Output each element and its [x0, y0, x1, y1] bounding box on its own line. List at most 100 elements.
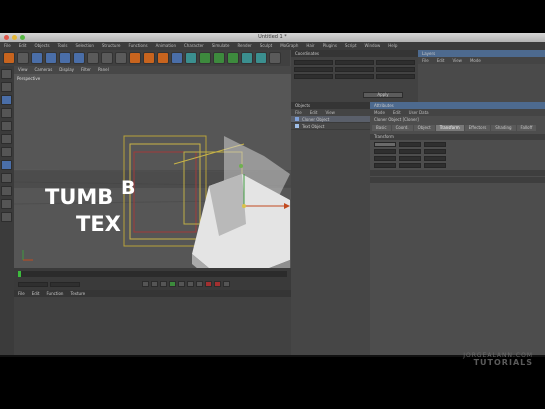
- tab-transform[interactable]: Transform: [435, 125, 464, 131]
- menu-item-structure[interactable]: Structure: [102, 42, 121, 50]
- objects-menu-item-file[interactable]: File: [295, 109, 302, 116]
- axis-y-icon[interactable]: [101, 52, 113, 64]
- tab-coord-[interactable]: Coord.: [391, 125, 413, 131]
- go-to-start-icon[interactable]: [142, 281, 149, 287]
- collapsed-section-header[interactable]: [370, 170, 545, 176]
- next-key-icon[interactable]: [187, 281, 194, 287]
- move-tool-icon[interactable]: [45, 52, 57, 64]
- uniform-scale-field[interactable]: [399, 163, 421, 168]
- size-y-field[interactable]: [335, 67, 374, 72]
- next-frame-icon[interactable]: [178, 281, 185, 287]
- workplane-icon[interactable]: [1, 186, 12, 196]
- texture-mode-icon[interactable]: [1, 160, 12, 170]
- menu-item-tools[interactable]: Tools: [58, 42, 68, 50]
- layers-menu-item-file[interactable]: File: [422, 57, 429, 64]
- deformer-icon[interactable]: [227, 52, 239, 64]
- lock-icon[interactable]: [1, 199, 12, 209]
- spline-pen-icon[interactable]: [185, 52, 197, 64]
- material-menu-item-function[interactable]: Function: [46, 290, 63, 297]
- nurbs-icon[interactable]: [199, 52, 211, 64]
- tab-falloff[interactable]: Falloff: [516, 125, 537, 131]
- menu-item-selection[interactable]: Selection: [75, 42, 93, 50]
- position-field[interactable]: [374, 149, 396, 154]
- points-mode-icon[interactable]: [1, 108, 12, 118]
- redo-icon[interactable]: [17, 52, 29, 64]
- viewport-menu-item-panel[interactable]: Panel: [98, 66, 109, 74]
- viewport-menu-item-view[interactable]: View: [18, 66, 28, 74]
- make-editable-icon[interactable]: [1, 69, 12, 79]
- menu-item-window[interactable]: Window: [365, 42, 381, 50]
- material-menu-item-texture[interactable]: Texture: [70, 290, 85, 297]
- viewport-menu-item-display[interactable]: Display: [59, 66, 74, 74]
- model-mode-icon[interactable]: [1, 82, 12, 92]
- axis-mode-icon[interactable]: [1, 147, 12, 157]
- start-frame-field[interactable]: [18, 281, 48, 287]
- material-menu-item-edit[interactable]: Edit: [32, 290, 40, 297]
- apply-button[interactable]: Apply: [363, 92, 403, 98]
- menu-item-animation[interactable]: Animation: [156, 42, 176, 50]
- tab-effectors[interactable]: Effectors: [464, 125, 491, 131]
- layers-menu-item-view[interactable]: View: [452, 57, 462, 64]
- perspective-viewport[interactable]: TUMB B TEX Perspective: [14, 74, 291, 268]
- tab-object[interactable]: Object: [413, 125, 435, 131]
- position-y-field[interactable]: [294, 67, 333, 72]
- menu-item-edit[interactable]: Edit: [19, 42, 27, 50]
- scale-tool-icon[interactable]: [59, 52, 71, 64]
- render-picture-viewer-icon[interactable]: [143, 52, 155, 64]
- camera-icon[interactable]: [255, 52, 267, 64]
- transform-mode-dropdown[interactable]: [374, 142, 396, 147]
- menu-item-simulate[interactable]: Simulate: [212, 42, 230, 50]
- polygons-mode-icon[interactable]: [1, 134, 12, 144]
- menu-item-script[interactable]: Script: [345, 42, 357, 50]
- previous-frame-icon[interactable]: [160, 281, 167, 287]
- render-view-icon[interactable]: [129, 52, 141, 64]
- position-y-attr-field[interactable]: [374, 156, 396, 161]
- record-icon[interactable]: [205, 281, 212, 287]
- position-z-field[interactable]: [294, 74, 333, 79]
- viewport-menu-item-cameras[interactable]: Cameras: [35, 66, 53, 74]
- transform-space-dropdown[interactable]: [399, 142, 421, 147]
- transform-section-header[interactable]: Transform: [370, 134, 545, 140]
- menu-item-help[interactable]: Help: [388, 42, 397, 50]
- object-mode-icon[interactable]: [1, 95, 12, 105]
- rotation-p-field[interactable]: [376, 67, 415, 72]
- position-z-attr-field[interactable]: [374, 163, 396, 168]
- attributes-menu-item-edit[interactable]: Edit: [393, 109, 401, 116]
- viewport-menu-item-filter[interactable]: Filter: [81, 66, 91, 74]
- autokey-icon[interactable]: [214, 281, 221, 287]
- rotate-tool-icon[interactable]: [73, 52, 85, 64]
- axis-x-icon[interactable]: [87, 52, 99, 64]
- material-menu-item-file[interactable]: File: [18, 290, 25, 297]
- edges-mode-icon[interactable]: [1, 121, 12, 131]
- menu-item-character[interactable]: Character: [184, 42, 204, 50]
- attributes-menu-item-user-data[interactable]: User Data: [409, 109, 429, 116]
- position-x-field[interactable]: [294, 60, 333, 65]
- absolute-scale-field[interactable]: [424, 163, 446, 168]
- collapsed-section-header[interactable]: [370, 177, 545, 183]
- rotation-b-field[interactable]: [376, 74, 415, 79]
- end-frame-field[interactable]: [50, 281, 80, 287]
- layers-menu-item-edit[interactable]: Edit: [437, 57, 445, 64]
- attributes-menu-item-mode[interactable]: Mode: [374, 109, 385, 116]
- keyframe-selection-icon[interactable]: [223, 281, 230, 287]
- menu-item-file[interactable]: File: [4, 42, 11, 50]
- field[interactable]: [424, 142, 446, 147]
- axis-z-icon[interactable]: [115, 52, 127, 64]
- select-tool-icon[interactable]: [31, 52, 43, 64]
- menu-item-plugins[interactable]: Plugins: [323, 42, 337, 50]
- size-z-field[interactable]: [335, 74, 374, 79]
- rotation-y-attr-field[interactable]: [424, 156, 446, 161]
- scale-field[interactable]: [399, 149, 421, 154]
- menu-item-functions[interactable]: Functions: [128, 42, 147, 50]
- scene-icon[interactable]: [241, 52, 253, 64]
- previous-key-icon[interactable]: [151, 281, 158, 287]
- light-icon[interactable]: [269, 52, 281, 64]
- snap-icon[interactable]: [1, 173, 12, 183]
- undo-icon[interactable]: [3, 52, 15, 64]
- rotation-h-field[interactable]: [376, 60, 415, 65]
- play-icon[interactable]: [169, 281, 176, 287]
- render-settings-icon[interactable]: [157, 52, 169, 64]
- go-to-end-icon[interactable]: [196, 281, 203, 287]
- playhead-icon[interactable]: [18, 271, 21, 277]
- array-icon[interactable]: [213, 52, 225, 64]
